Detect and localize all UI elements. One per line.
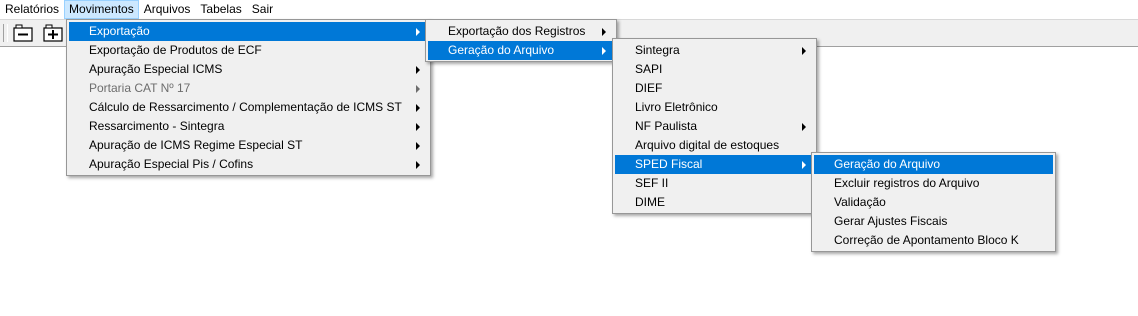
menu-item-label: Geração do Arquivo	[448, 43, 555, 57]
menu-item-nf-paulista[interactable]: NF Paulista	[615, 117, 814, 136]
submenu-arrow-icon	[802, 161, 806, 169]
menu-item-correcao-bloco-k[interactable]: Correção de Apontamento Bloco K	[814, 231, 1053, 250]
menu-item-label: Gerar Ajustes Fiscais	[834, 214, 948, 228]
menu-item-label: Cálculo de Ressarcimento / Complementaçã…	[89, 100, 402, 114]
menu-item-label: DIEF	[635, 81, 663, 95]
menu-item-ressarcimento-sintegra[interactable]: Ressarcimento - Sintegra	[69, 117, 428, 136]
menu-item-label: SPED Fiscal	[635, 157, 703, 171]
menu-item-label: Excluir registros do Arquivo	[834, 176, 980, 190]
menu-item-apuracao-especial-icms[interactable]: Apuração Especial ICMS	[69, 60, 428, 79]
expand-plus-icon	[43, 24, 63, 42]
menubar-item-movimentos[interactable]: Movimentos	[64, 0, 139, 19]
menu-item-apuracao-pis-cofins[interactable]: Apuração Especial Pis / Cofins	[69, 155, 428, 174]
submenu-arrow-icon	[416, 123, 420, 131]
menu-item-label: Validação	[834, 195, 886, 209]
submenu-arrow-icon	[802, 47, 806, 55]
menu-item-livro-eletronico[interactable]: Livro Eletrônico	[615, 98, 814, 117]
menu-item-arquivo-digital-estoques[interactable]: Arquivo digital de estoques	[615, 136, 814, 155]
menu-item-exportacao-registros[interactable]: Exportação dos Registros	[428, 22, 614, 41]
menubar-item-sair[interactable]: Sair	[247, 0, 278, 19]
menu-item-label: Apuração Especial Pis / Cofins	[89, 157, 254, 171]
menu-item-sped-fiscal[interactable]: SPED Fiscal	[615, 155, 814, 174]
menubar-item-tabelas[interactable]: Tabelas	[195, 0, 246, 19]
menu-item-sapi[interactable]: SAPI	[615, 60, 814, 79]
menu-item-label: SAPI	[635, 62, 663, 76]
menu-item-portaria-cat-17[interactable]: Portaria CAT Nº 17	[69, 79, 428, 98]
geracao-arquivo-submenu: Sintegra SAPI DIEF Livro Eletrônico NF P…	[612, 38, 817, 214]
menu-item-label: SEF II	[635, 176, 669, 190]
menu-item-exportacao-produtos-ecf[interactable]: Exportação de Produtos de ECF	[69, 41, 428, 60]
submenu-arrow-icon	[416, 85, 420, 93]
submenu-arrow-icon	[602, 28, 606, 36]
collapse-minus-icon	[13, 24, 33, 42]
submenu-arrow-icon	[416, 104, 420, 112]
menu-bar: Relatórios Movimentos Arquivos Tabelas S…	[0, 0, 1138, 19]
menu-item-label: Livro Eletrônico	[635, 100, 718, 114]
menu-item-label: Correção de Apontamento Bloco K	[834, 233, 1019, 247]
sped-fiscal-submenu: Geração do Arquivo Excluir registros do …	[811, 152, 1056, 252]
menu-item-label: DIME	[635, 195, 665, 209]
menu-item-label: Apuração Especial ICMS	[89, 62, 223, 76]
menu-item-dime[interactable]: DIME	[615, 193, 814, 212]
menu-item-excluir-registros[interactable]: Excluir registros do Arquivo	[814, 174, 1053, 193]
menu-item-label: NF Paulista	[635, 119, 698, 133]
menu-item-label: Geração do Arquivo	[834, 157, 941, 171]
submenu-arrow-icon	[802, 123, 806, 131]
menu-item-label: Exportação de Produtos de ECF	[89, 43, 262, 57]
menu-item-label: Exportação	[89, 24, 150, 38]
menu-item-calculo-ressarcimento[interactable]: Cálculo de Ressarcimento / Complementaçã…	[69, 98, 428, 117]
submenu-arrow-icon	[416, 142, 420, 150]
menu-item-label: Arquivo digital de estoques	[635, 138, 780, 152]
menu-item-validacao[interactable]: Validação	[814, 193, 1053, 212]
expand-button[interactable]	[42, 23, 64, 43]
menu-item-exportacao[interactable]: Exportação	[69, 22, 428, 41]
menu-item-label: Ressarcimento - Sintegra	[89, 119, 225, 133]
toolbar-grip[interactable]	[3, 24, 8, 42]
menu-item-apuracao-icms-regime-st[interactable]: Apuração de ICMS Regime Especial ST	[69, 136, 428, 155]
submenu-arrow-icon	[416, 161, 420, 169]
menu-item-sintegra[interactable]: Sintegra	[615, 41, 814, 60]
submenu-arrow-icon	[602, 47, 606, 55]
submenu-arrow-icon	[416, 66, 420, 74]
submenu-arrow-icon	[416, 28, 420, 36]
collapse-button[interactable]	[12, 23, 34, 43]
menubar-item-relatorios[interactable]: Relatórios	[0, 0, 64, 19]
menu-item-label: Apuração de ICMS Regime Especial ST	[89, 138, 303, 152]
menubar-item-arquivos[interactable]: Arquivos	[139, 0, 196, 19]
menu-item-sped-geracao-arquivo[interactable]: Geração do Arquivo	[814, 155, 1053, 174]
menu-item-geracao-arquivo[interactable]: Geração do Arquivo	[428, 41, 614, 60]
menu-item-label: Sintegra	[635, 43, 680, 57]
menu-item-gerar-ajustes-fiscais[interactable]: Gerar Ajustes Fiscais	[814, 212, 1053, 231]
menu-item-dief[interactable]: DIEF	[615, 79, 814, 98]
menu-item-label: Exportação dos Registros	[448, 24, 586, 38]
exportacao-submenu: Exportação dos Registros Geração do Arqu…	[425, 19, 617, 62]
movimentos-menu: Exportação Exportação de Produtos de ECF…	[66, 19, 431, 176]
menu-item-sef-ii[interactable]: SEF II	[615, 174, 814, 193]
menu-item-label: Portaria CAT Nº 17	[89, 81, 191, 95]
